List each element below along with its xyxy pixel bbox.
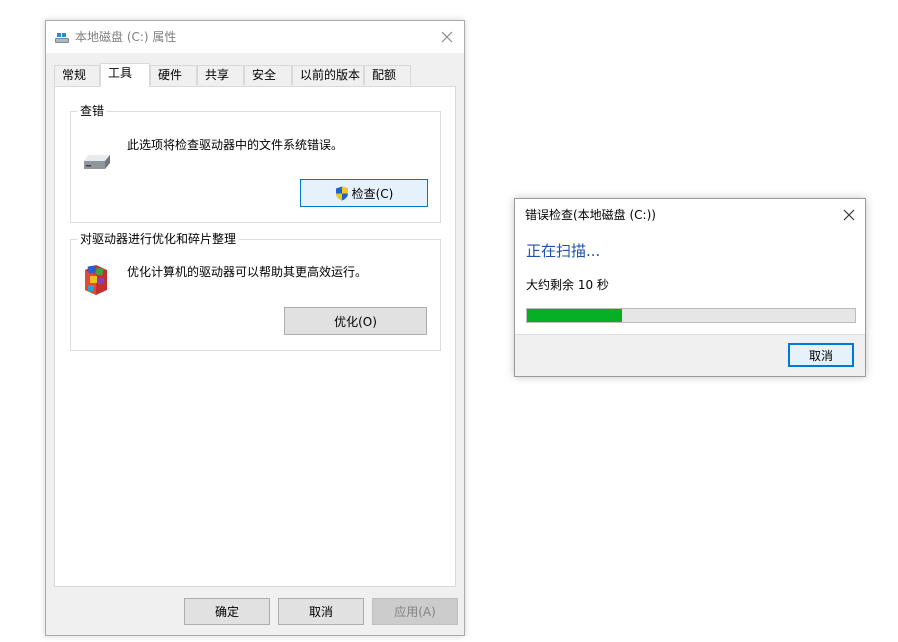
scanning-status: 正在扫描... [526,242,601,260]
close-icon[interactable] [840,206,858,224]
optimize-description: 优化计算机的驱动器可以帮助其更高效运行。 [127,265,368,279]
ok-button[interactable]: 确定 [184,598,270,625]
apply-button[interactable]: 应用(A) [372,598,458,625]
hard-drive-icon [84,155,110,169]
error-checking-group: 查错 此选项将检查驱动器中的文件系统错误。 检查(C) [70,103,441,223]
properties-title: 本地磁盘 (C:) 属性 [75,30,177,44]
tab-general[interactable]: 常规 [54,65,100,85]
time-remaining: 大约剩余 10 秒 [526,278,609,292]
tab-tools[interactable]: 工具 [100,63,150,87]
tab-quota[interactable]: 配额 [364,65,411,85]
error-check-dialog: 错误检查(本地磁盘 (C:)) 正在扫描... 大约剩余 10 秒 取消 [514,198,866,377]
tools-tab-panel: 查错 此选项将检查驱动器中的文件系统错误。 检查(C) 对驱动器进行优化和碎片整 [54,86,456,587]
optimize-legend: 对驱动器进行优化和碎片整理 [77,231,240,247]
optimize-button[interactable]: 优化(O) [284,307,427,335]
properties-window: 本地磁盘 (C:) 属性 常规 工具 硬件 共享 安全 以前的版本 配额 查错 … [45,20,465,636]
defrag-icon [85,265,107,295]
optimize-group: 对驱动器进行优化和碎片整理 优化计算机的驱动器可以帮助其更高效运行。 优化(O) [70,231,441,351]
tab-previous-versions[interactable]: 以前的版本 [292,65,364,85]
properties-titlebar[interactable]: 本地磁盘 (C:) 属性 [46,21,464,53]
scan-progress-bar [526,308,856,323]
dialog-cancel-button[interactable]: 取消 [788,343,854,367]
error-checking-description: 此选项将检查驱动器中的文件系统错误。 [127,138,344,152]
tab-hardware[interactable]: 硬件 [150,65,197,85]
tab-sharing[interactable]: 共享 [197,65,244,85]
error-checking-legend: 查错 [77,103,108,119]
drive-title-icon [55,33,69,43]
check-button[interactable]: 检查(C) [300,179,428,207]
cancel-button[interactable]: 取消 [278,598,364,625]
scan-progress-fill [527,309,623,322]
error-check-footer: 取消 [515,334,865,376]
tab-security[interactable]: 安全 [244,65,292,85]
error-check-title: 错误检查(本地磁盘 (C:)) [525,208,656,222]
uac-shield-icon [335,186,348,200]
close-icon[interactable] [438,28,456,46]
